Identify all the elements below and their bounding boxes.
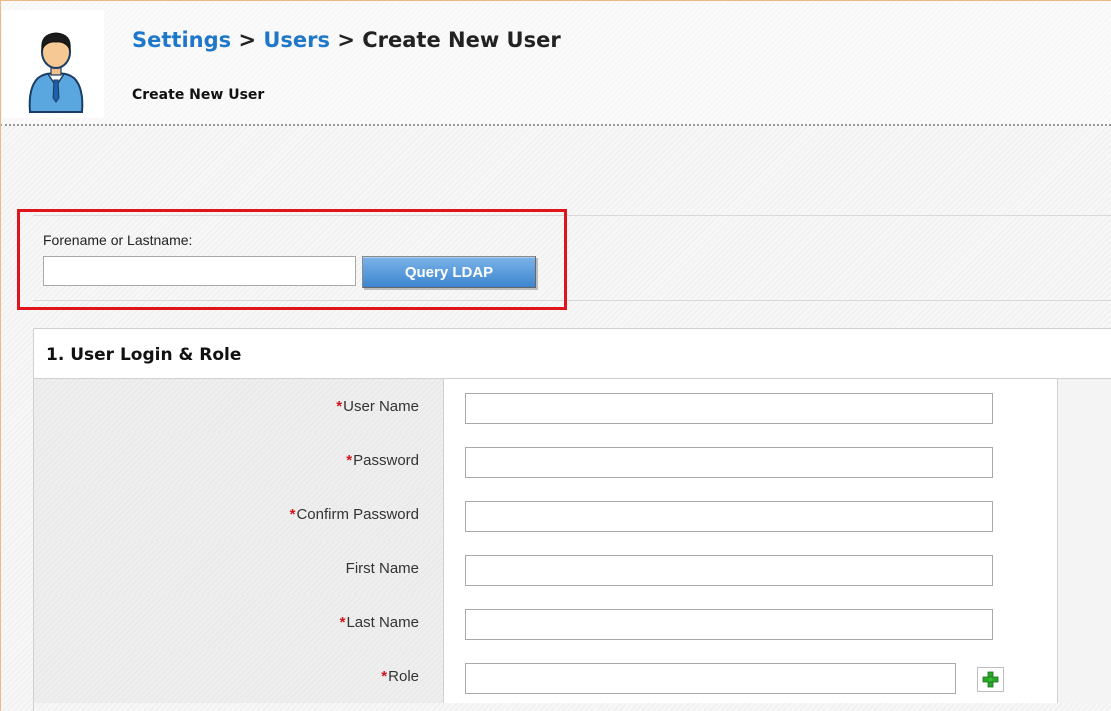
value-cell xyxy=(444,379,1058,433)
value-cell xyxy=(444,487,1058,541)
extra-cell xyxy=(1058,379,1111,433)
role-input[interactable] xyxy=(465,663,956,694)
password-input[interactable] xyxy=(465,447,993,478)
label-cell: *Last Name xyxy=(34,595,444,649)
label-cell: *User Name xyxy=(34,379,444,433)
extra-cell xyxy=(1058,541,1111,595)
last-name-input[interactable] xyxy=(465,609,993,640)
breadcrumb-settings-link[interactable]: Settings xyxy=(132,28,231,52)
required-marker: * xyxy=(381,668,388,685)
label-text: First Name xyxy=(345,560,419,577)
label-text: Confirm Password xyxy=(296,506,419,523)
label-cell: *Password xyxy=(34,433,444,487)
breadcrumb-separator: > xyxy=(337,28,355,52)
form-row-user-name: *User Name xyxy=(34,379,1111,433)
user-name-input[interactable] xyxy=(465,393,993,424)
first-name-label: First Name xyxy=(346,560,419,577)
value-cell xyxy=(444,649,1058,703)
form-row-first-name: First Name xyxy=(34,541,1111,595)
value-cell xyxy=(444,433,1058,487)
value-cell xyxy=(444,541,1058,595)
plus-icon xyxy=(982,671,999,688)
form-row-role: *Role xyxy=(34,649,1111,703)
breadcrumb-users-link[interactable]: Users xyxy=(263,28,330,52)
extra-cell xyxy=(1058,649,1111,703)
role-label: *Role xyxy=(381,668,419,685)
label-text: Role xyxy=(388,668,419,685)
label-text: User Name xyxy=(343,398,419,415)
extra-cell xyxy=(1058,595,1111,649)
page-subtitle: Create New User xyxy=(132,87,265,103)
required-marker: * xyxy=(339,614,346,631)
user-avatar-icon xyxy=(28,32,84,113)
ldap-highlight-box xyxy=(17,209,567,310)
label-cell: *Role xyxy=(34,649,444,703)
breadcrumb-separator: > xyxy=(238,28,257,52)
confirm-password-input[interactable] xyxy=(465,501,993,532)
breadcrumb-current: Create New User xyxy=(362,28,561,52)
label-text: Last Name xyxy=(346,614,419,631)
avatar-container xyxy=(2,10,104,118)
last-name-label: *Last Name xyxy=(340,614,419,631)
extra-cell xyxy=(1058,433,1111,487)
required-marker: * xyxy=(336,398,343,415)
user-login-role-section: 1. User Login & Role *User Name *Passwor… xyxy=(33,328,1111,711)
required-marker: * xyxy=(289,506,296,523)
breadcrumb: Settings > Users > Create New User xyxy=(132,28,561,52)
value-cell xyxy=(444,595,1058,649)
label-text: Password xyxy=(353,452,419,469)
section-title: 1. User Login & Role xyxy=(34,329,1111,379)
form-row-password: *Password xyxy=(34,433,1111,487)
form-row-confirm-password: *Confirm Password xyxy=(34,487,1111,541)
label-cell: First Name xyxy=(34,541,444,595)
add-role-button[interactable] xyxy=(977,667,1004,692)
required-marker: * xyxy=(346,452,353,469)
first-name-input[interactable] xyxy=(465,555,993,586)
confirm-password-label: *Confirm Password xyxy=(290,506,419,523)
extra-cell xyxy=(1058,487,1111,541)
form-row-last-name: *Last Name xyxy=(34,595,1111,649)
password-label: *Password xyxy=(346,452,419,469)
header xyxy=(0,0,1111,125)
label-cell: *Confirm Password xyxy=(34,487,444,541)
header-divider xyxy=(0,124,1111,126)
user-name-label: *User Name xyxy=(336,398,419,415)
